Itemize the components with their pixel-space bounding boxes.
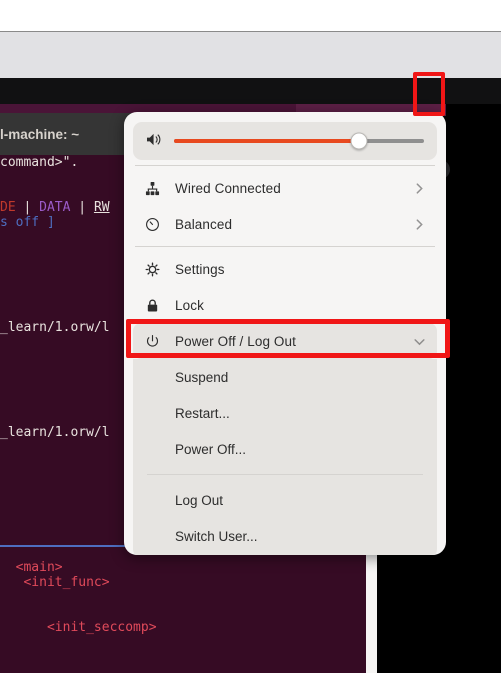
power-icon — [144, 333, 161, 350]
terminal-line: <main> — [0, 560, 377, 575]
submenu-item-label: Suspend — [175, 369, 229, 385]
submenu-item-switch-user[interactable]: Switch User... — [133, 518, 437, 554]
submenu-item-label: Switch User... — [175, 528, 258, 544]
lock-icon — [144, 297, 161, 314]
volume-slider-row[interactable] — [133, 122, 437, 160]
terminal-text: DE — [0, 200, 16, 215]
submenu-item-power-off[interactable]: Power Off... — [133, 431, 437, 467]
menu-item-label: Wired Connected — [175, 180, 281, 196]
chevron-right-icon — [413, 218, 426, 231]
gnome-system-menu[interactable]: Wired Connected Balanced Settings Lock P… — [124, 112, 446, 555]
window-chrome-top — [0, 0, 501, 31]
screen: l-machine: ~ command>". DE | DATA | RW s … — [0, 0, 501, 673]
menu-separator-middle — [135, 246, 435, 247]
menu-item-label: Settings — [175, 261, 225, 277]
terminal-line: <init_seccomp> — [0, 620, 377, 635]
network-wired-icon — [144, 180, 161, 197]
menu-item-label: Lock — [175, 297, 204, 313]
terminal-text: | — [15, 200, 40, 215]
terminal-text: command>". — [0, 155, 79, 170]
menu-item-lock[interactable]: Lock — [133, 287, 437, 323]
terminal-title: l-machine: ~ — [0, 126, 80, 142]
terminal-text: _learn/1.orw/l — [0, 320, 110, 335]
submenu-item-restart[interactable]: Restart... — [133, 395, 437, 431]
terminal-text: DATA — [39, 200, 71, 215]
menu-item-settings[interactable]: Settings — [133, 251, 437, 287]
power-profile-icon — [144, 216, 161, 233]
chevron-down-icon — [413, 335, 426, 348]
chevron-right-icon — [413, 182, 426, 195]
terminal-text: | — [70, 200, 94, 215]
terminal-line: <init_func> — [0, 575, 377, 590]
submenu-item-label: Power Off... — [175, 441, 247, 457]
terminal-text: s off ] — [0, 215, 55, 230]
submenu-separator — [147, 474, 423, 475]
gear-icon — [144, 261, 161, 278]
volume-slider-track[interactable] — [174, 132, 424, 150]
volume-slider-fill — [174, 139, 359, 143]
menu-item-label: Power Off / Log Out — [175, 333, 296, 349]
submenu-item-suspend[interactable]: Suspend — [133, 359, 437, 395]
window-chrome-toolbar — [0, 32, 501, 78]
volume-slider-knob[interactable] — [350, 132, 368, 150]
menu-item-power-off-log-out[interactable]: Power Off / Log Out — [133, 323, 437, 359]
gnome-top-bar — [0, 78, 501, 179]
submenu-item-label: Restart... — [175, 405, 230, 421]
power-submenu: Suspend Restart... Power Off... Log Out … — [133, 359, 437, 555]
menu-item-label: Balanced — [175, 216, 233, 232]
volume-high-icon — [146, 132, 163, 150]
terminal-text: _learn/1.orw/l — [0, 425, 110, 440]
terminal-text: <main> — [15, 560, 63, 575]
terminal-text: <init_seccomp> — [46, 620, 157, 635]
terminal-text: <init_func> — [23, 575, 110, 590]
terminal-text: RW — [93, 200, 110, 215]
menu-item-balanced[interactable]: Balanced — [133, 206, 437, 242]
menu-separator-top — [135, 165, 435, 166]
submenu-item-label: Log Out — [175, 492, 224, 508]
submenu-item-log-out[interactable]: Log Out — [133, 482, 437, 518]
menu-item-wired-connected[interactable]: Wired Connected — [133, 170, 437, 206]
